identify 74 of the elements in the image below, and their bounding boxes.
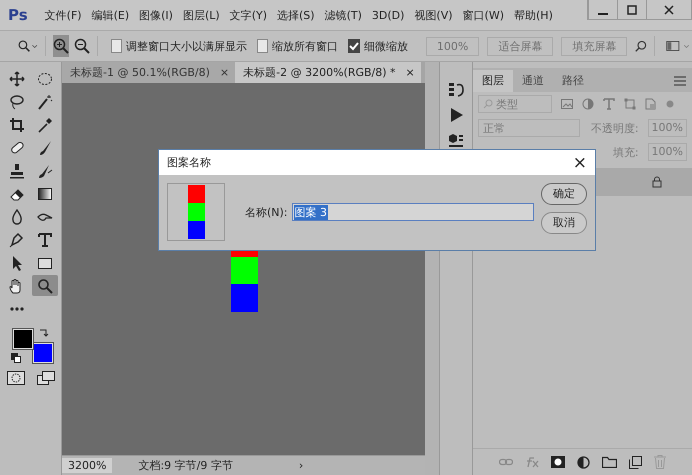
pen-icon	[8, 232, 24, 248]
menu-item[interactable]: 滤镜(T)	[320, 8, 367, 22]
dialog-title: 图案名称	[167, 155, 211, 170]
minimize-icon	[598, 12, 608, 14]
swap-arrow-icon[interactable]	[38, 328, 48, 338]
menu-item[interactable]: 文件(F)	[40, 8, 87, 22]
search-icon[interactable]	[635, 38, 648, 54]
move-icon	[8, 70, 24, 86]
eyedropper-icon	[36, 116, 52, 132]
search-icon	[483, 99, 493, 109]
selected-text: 图案 3	[294, 204, 328, 220]
menu-icon[interactable]	[674, 76, 686, 86]
ellipse-marquee-icon	[36, 70, 52, 86]
checkbox[interactable]	[256, 39, 268, 53]
new-layer-icon[interactable]	[629, 456, 642, 468]
folder-icon[interactable]	[602, 456, 617, 468]
zoom-in-button[interactable]	[52, 35, 70, 57]
panel-tab[interactable]: 图层	[473, 70, 513, 92]
document-info: 文档:9 字节/9 字节	[138, 458, 233, 473]
quick-mask-icon[interactable]	[6, 371, 24, 385]
zoom-level-field[interactable]: 3200%	[62, 458, 112, 473]
document-tab[interactable]: 未标题-2 @ 3200%(RGB/8) * ×	[235, 62, 421, 83]
default-colors-icon[interactable]	[10, 353, 20, 363]
menu-item[interactable]: 图像(I)	[134, 8, 178, 22]
panel-tab[interactable]: 路径	[553, 70, 593, 92]
ellipsis-icon	[8, 306, 24, 312]
panel-tab[interactable]: 通道	[513, 70, 553, 92]
mask-icon[interactable]	[551, 456, 565, 468]
lasso-icon	[8, 94, 24, 110]
checkbox-label: 调整窗口大小以满屏显示	[126, 38, 247, 54]
close-button[interactable]: ×	[572, 152, 587, 172]
menu-item[interactable]: 帮助(H)	[509, 8, 558, 22]
name-input-field[interactable]: 图案 3	[292, 203, 534, 221]
zoom-icon	[36, 278, 52, 294]
history-icon[interactable]	[447, 80, 465, 98]
menu-item[interactable]: 文字(Y)	[224, 8, 272, 22]
menu-item[interactable]: 3D(D)	[366, 8, 410, 22]
checkbox-label: 缩放所有窗口	[272, 38, 338, 54]
status-menu-arrow[interactable]: ›	[298, 459, 304, 472]
tab-close-button[interactable]: ×	[406, 66, 415, 79]
document-title: 未标题-2 @ 3200%(RGB/8) *	[243, 65, 396, 80]
close-icon	[664, 4, 674, 14]
document-title: 未标题-1 @ 50.1%(RGB/8)	[70, 65, 210, 80]
stamp-icon	[8, 162, 24, 178]
adjustment-icon[interactable]	[577, 456, 590, 468]
dialog-button[interactable]: 确定	[541, 183, 587, 205]
menu-item[interactable]: 图层(L)	[178, 8, 225, 22]
crop-icon	[8, 116, 24, 132]
menu-item[interactable]: 视图(V)	[409, 8, 458, 22]
foreground-swatch[interactable]	[12, 329, 32, 349]
fill-label: 填充:	[612, 144, 639, 160]
type-icon	[36, 232, 52, 248]
menu-item[interactable]: 窗口(W)	[458, 8, 509, 22]
opacity-label: 不透明度:	[590, 120, 639, 136]
checkbox[interactable]	[348, 39, 360, 53]
menu-item[interactable]: 选择(S)	[272, 8, 320, 22]
tool-button[interactable]	[32, 275, 58, 296]
pattern-thumbnail-drawing	[188, 185, 204, 239]
workspace-icon[interactable]	[666, 38, 692, 54]
name-label: 名称(N):	[245, 205, 288, 220]
maximize-icon	[627, 4, 637, 14]
background-swatch[interactable]	[32, 343, 52, 363]
filter-toggle-icon[interactable]	[666, 100, 674, 108]
checkbox[interactable]	[110, 39, 122, 53]
magic-wand-icon	[36, 94, 52, 110]
app-logo[interactable]: Ps	[0, 6, 40, 24]
checkbox-label: 细微缩放	[364, 38, 408, 54]
gradient-icon	[36, 186, 52, 202]
dialog-button[interactable]: 取消	[541, 212, 587, 234]
tab-close-button[interactable]: ×	[220, 66, 230, 79]
zoom-icon[interactable]	[18, 38, 38, 54]
menu-item[interactable]: 编辑(E)	[86, 8, 134, 22]
screen-mode-icon[interactable]	[36, 371, 54, 385]
properties-icon[interactable]	[447, 132, 465, 150]
